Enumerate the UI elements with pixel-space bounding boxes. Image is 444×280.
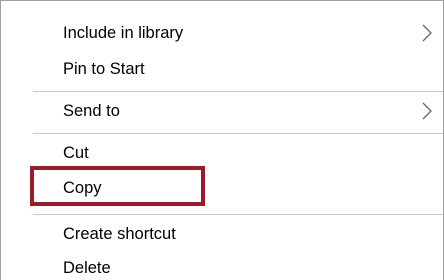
menu-item-send-to[interactable]: Send to (1, 93, 443, 128)
menu-item-pin-to-start[interactable]: Pin to Start (1, 51, 443, 86)
menu-item-label: Copy (63, 179, 102, 197)
chevron-right-icon (422, 102, 432, 120)
menu-item-label: Cut (63, 144, 89, 162)
menu-item-label: Create shortcut (63, 225, 176, 243)
menu-item-label: Send to (63, 102, 120, 120)
menu-item-copy[interactable]: Copy (1, 170, 443, 205)
menu-item-label: Include in library (63, 24, 184, 42)
menu-item-delete[interactable]: Delete (1, 250, 443, 280)
chevron-right-icon (422, 24, 432, 42)
menu-separator (33, 214, 443, 215)
menu-item-label: Pin to Start (63, 60, 145, 78)
context-menu: Include in library Pin to Start Send to … (0, 0, 444, 280)
menu-separator (33, 133, 443, 134)
menu-separator (33, 91, 443, 92)
menu-item-include-in-library[interactable]: Include in library (1, 15, 443, 50)
menu-item-cut[interactable]: Cut (1, 135, 443, 170)
menu-item-label: Delete (63, 259, 111, 277)
menu-item-create-shortcut[interactable]: Create shortcut (1, 216, 443, 251)
